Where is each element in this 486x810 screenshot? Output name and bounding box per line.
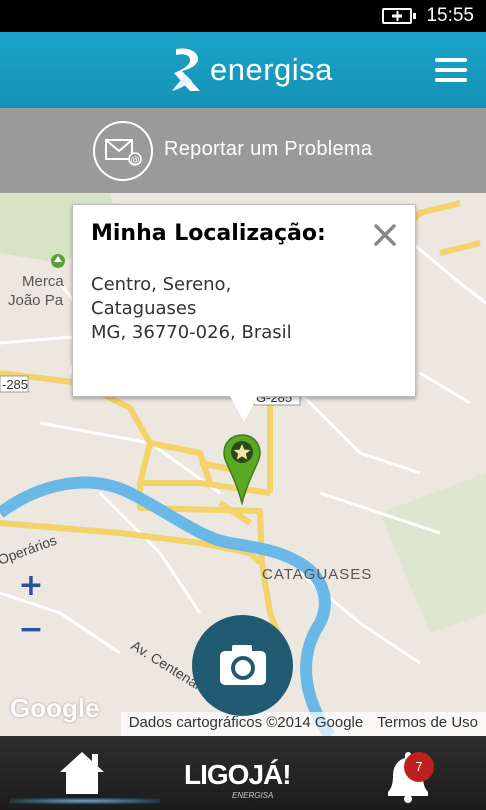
map-label-mercado: Merca (22, 273, 64, 290)
zoom-out-button[interactable]: − (18, 615, 44, 645)
svg-text:@: @ (131, 156, 140, 166)
nav-ligoja-button[interactable]: LIGOJÁ! ENERGISA (180, 748, 306, 802)
battery-charging-icon (382, 8, 416, 24)
popup-address: Centro, Sereno, Cataguases MG, 36770-026… (91, 273, 292, 345)
map-view[interactable]: Merca João Pa CATAGUASES Operários Av. C… (0, 193, 486, 736)
status-bar: 15:55 (0, 0, 486, 32)
bottom-nav: LIGOJÁ! ENERGISA 7 (0, 736, 486, 810)
energisa-logo-icon (172, 48, 200, 91)
nav-notifications-button[interactable]: 7 (376, 736, 456, 810)
report-problem-button[interactable]: @ Reportar um Problema (0, 108, 486, 193)
popup-title: Minha Localização: (91, 221, 326, 246)
clock: 15:55 (426, 5, 474, 26)
map-label-joao: João Pa (8, 292, 64, 309)
terms-of-use-link[interactable]: Termos de Uso (377, 714, 478, 731)
mail-at-icon: @ (93, 121, 153, 181)
popup-tail (230, 396, 258, 422)
address-line: Centro, Sereno, (91, 274, 232, 295)
logo-text: energisa (210, 52, 333, 87)
map-data-credit: Dados cartográficos ©2014 Google (128, 714, 364, 731)
zoom-in-button[interactable]: + (18, 571, 44, 601)
home-active-indicator (10, 798, 160, 804)
map-label-cataguases: CATAGUASES (262, 566, 372, 583)
location-pin-star-icon[interactable] (222, 433, 262, 505)
nav-home-button[interactable] (0, 736, 160, 810)
hamburger-menu-icon[interactable] (435, 58, 467, 82)
google-logo: Google (10, 693, 100, 723)
ligoja-sub: ENERGISA (232, 791, 273, 800)
address-line: Cataguases (91, 298, 197, 319)
address-line: MG, 36770-026, Brasil (91, 322, 292, 343)
report-problem-label: Reportar um Problema (164, 138, 373, 160)
ligoja-logo: LIGOJÁ! ENERGISA (184, 759, 292, 800)
energisa-logo: energisa (168, 42, 333, 98)
map-label-road-285-left: -285 (2, 377, 28, 392)
map-attribution: Dados cartográficos ©2014 Google Termos … (120, 712, 486, 736)
notification-badge: 7 (404, 752, 434, 782)
ligoja-text: LIGOJÁ! (184, 759, 291, 790)
camera-icon (220, 645, 266, 685)
location-popup: Minha Localização: Centro, Sereno, Catag… (72, 204, 416, 397)
camera-button[interactable] (192, 615, 293, 716)
app-header: energisa (0, 32, 486, 108)
close-icon[interactable] (373, 223, 397, 247)
